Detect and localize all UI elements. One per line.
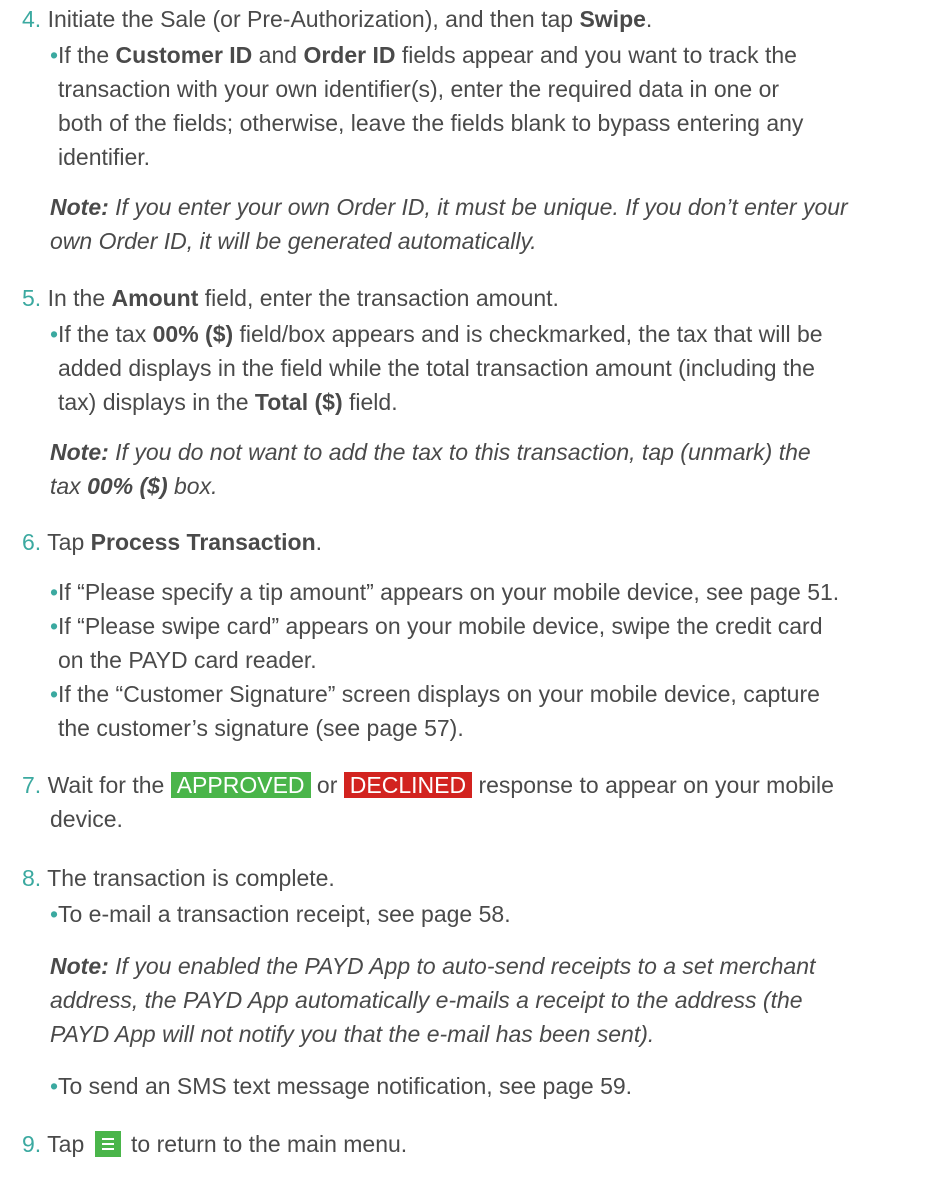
step-number: 4.: [22, 6, 42, 32]
bullet-text: If the: [58, 42, 116, 68]
bullet-continuation: transaction with your own identifier(s),…: [58, 76, 780, 102]
menu-icon: [94, 1131, 121, 1157]
step-text-end: response to appear on your mobile: [472, 772, 834, 798]
bullet-item: •If “Please specify a tip amount” appear…: [50, 575, 839, 609]
bullet-text: If the tax: [58, 321, 153, 347]
step-number: 7.: [22, 772, 42, 798]
note: Note: If you do not want to add the tax …: [50, 435, 811, 469]
bullet-text: If “Please specify a tip amount” appears…: [58, 579, 840, 605]
bullet-continuation: added displays in the field while the to…: [58, 355, 815, 381]
bullet-text: If “Please swipe card” appears on your m…: [58, 613, 823, 639]
note-text: box.: [167, 473, 218, 499]
bullet-item: •If the tax 00% ($) field/box appears an…: [50, 317, 823, 351]
bullet-item: •To send an SMS text message notificatio…: [50, 1069, 632, 1103]
note-text: If you do not want to add the tax to thi…: [108, 439, 811, 465]
note-text: If you enabled the PAYD App to auto-send…: [108, 953, 816, 979]
step-bold: Amount: [111, 285, 199, 311]
note-bold: 00% ($): [87, 473, 168, 499]
bullet-continuation: tax) displays in the Total ($) field.: [58, 385, 398, 419]
step-number: 5.: [22, 285, 42, 311]
bullet-continuation: identifier.: [58, 144, 151, 170]
bullet-text: To send an SMS text message notification…: [58, 1073, 633, 1099]
field-name-customer-id: Customer ID: [115, 42, 253, 68]
step-number: 9.: [22, 1131, 42, 1157]
bullet-text: field/box appears and is checkmarked, th…: [233, 321, 823, 347]
step-8: 8. The transaction is complete.: [22, 861, 335, 895]
approved-badge: APPROVED: [170, 772, 311, 798]
note-continuation: tax 00% ($) box.: [50, 469, 218, 503]
step-5: 5. In the Amount field, enter the transa…: [22, 281, 559, 315]
step-text: Initiate the Sale (or Pre-Authorization)…: [47, 6, 580, 32]
bullet-item: •If “Please swipe card” appears on your …: [50, 609, 822, 643]
note-continuation: PAYD App will not notify you that the e-…: [50, 1021, 655, 1047]
note-label: Note:: [50, 953, 109, 979]
step-text-end: field, enter the transaction amount.: [198, 285, 559, 311]
declined-badge: DECLINED: [343, 772, 473, 798]
step-7: 7. Wait for the APPROVED or DECLINED res…: [22, 768, 834, 802]
bullet-icon: •: [50, 1073, 59, 1099]
note-text: If you enter your own Order ID, it must …: [108, 194, 848, 220]
step-text: Tap: [47, 529, 91, 555]
note-continuation: address, the PAYD App automatically e-ma…: [50, 987, 803, 1013]
step-text-end: .: [315, 529, 323, 555]
step-text: In the: [47, 285, 112, 311]
step-continuation: device.: [50, 806, 123, 832]
bullet-text: fields appear and you want to track the: [395, 42, 797, 68]
note-label: Note:: [50, 439, 109, 465]
step-text-end: .: [645, 6, 653, 32]
bullet-icon: •: [50, 613, 59, 639]
bullet-item: •If the Customer ID and Order ID fields …: [50, 38, 797, 72]
step-number: 6.: [22, 529, 42, 555]
step-6: 6. Tap Process Transaction.: [22, 525, 322, 559]
bullet-text: tax) displays in the: [58, 389, 255, 415]
field-name-tax: 00% ($): [152, 321, 234, 347]
bullet-icon: •: [50, 321, 59, 347]
document-page: 4. Initiate the Sale (or Pre-Authorizati…: [0, 0, 938, 1191]
bullet-icon: •: [50, 42, 59, 68]
bullet-text: field.: [342, 389, 398, 415]
step-9: 9. Tap to return to the main menu.: [22, 1127, 407, 1161]
step-bold: Swipe: [579, 6, 646, 32]
note-label: Note:: [50, 194, 109, 220]
note-text: tax: [50, 473, 88, 499]
bullet-item: •To e-mail a transaction receipt, see pa…: [50, 897, 511, 931]
bullet-icon: •: [50, 579, 59, 605]
bullet-icon: •: [50, 901, 59, 927]
step-text: Wait for the: [47, 772, 171, 798]
bullet-text: To e-mail a transaction receipt, see pag…: [58, 901, 511, 927]
step-text-end: to return to the main menu.: [124, 1131, 408, 1157]
bullet-continuation: on the PAYD card reader.: [58, 647, 317, 673]
note: Note: If you enter your own Order ID, it…: [50, 190, 848, 224]
step-text: The transaction is complete.: [47, 865, 335, 891]
field-name-order-id: Order ID: [303, 42, 396, 68]
step-number: 8.: [22, 865, 42, 891]
bullet-continuation: the customer’s signature (see page 57).: [58, 715, 464, 741]
step-bold: Process Transaction: [90, 529, 316, 555]
step-text: or: [310, 772, 344, 798]
note: Note: If you enabled the PAYD App to aut…: [50, 949, 815, 983]
bullet-continuation: both of the fields; otherwise, leave the…: [58, 110, 804, 136]
bullet-icon: •: [50, 681, 59, 707]
bullet-text: and: [252, 42, 304, 68]
step-4: 4. Initiate the Sale (or Pre-Authorizati…: [22, 2, 652, 36]
field-name-total: Total ($): [254, 389, 343, 415]
note-continuation: own Order ID, it will be generated autom…: [50, 228, 537, 254]
bullet-text: If the “Customer Signature” screen displ…: [58, 681, 820, 707]
step-text: Tap: [47, 1131, 91, 1157]
bullet-item: •If the “Customer Signature” screen disp…: [50, 677, 820, 711]
